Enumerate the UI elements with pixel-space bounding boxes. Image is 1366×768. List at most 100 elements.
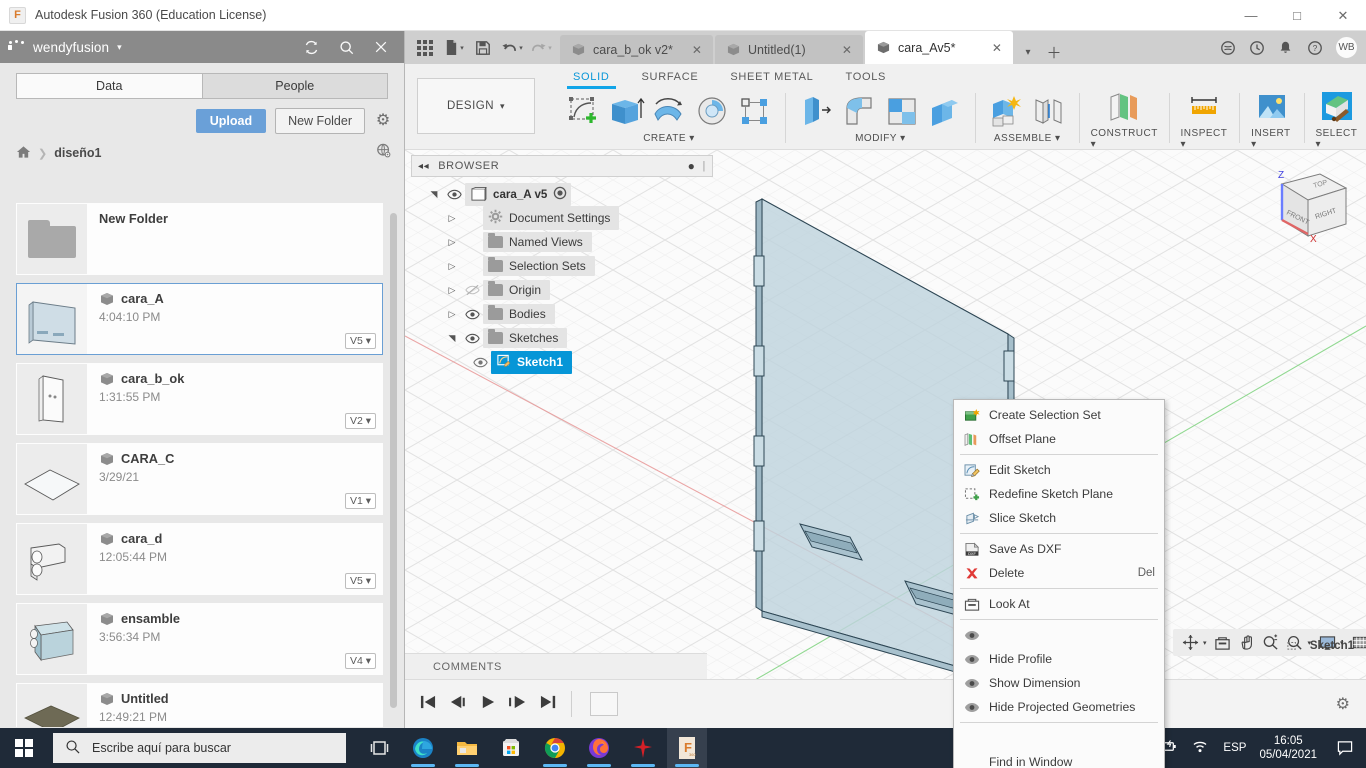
eye-icon[interactable]	[443, 189, 465, 200]
chevron-down-icon[interactable]: ▾	[1203, 639, 1207, 647]
new-folder-button[interactable]: New Folder	[275, 108, 365, 134]
new-tab-button[interactable]: ＋	[1041, 40, 1067, 64]
measure-icon[interactable]	[1185, 87, 1223, 127]
view-cube[interactable]: TOP FRONT RIGHT Z X	[1250, 162, 1354, 258]
clock[interactable]: 16:05 05/04/2021	[1259, 734, 1317, 762]
help-icon[interactable]: ?	[1301, 35, 1328, 61]
tree-selected-chip[interactable]: Sketch1	[491, 350, 573, 374]
tab-sheet-metal[interactable]: SHEET METAL	[714, 67, 829, 87]
task-view-icon[interactable]	[359, 728, 399, 768]
wifi-icon[interactable]	[1192, 739, 1210, 757]
zoom-icon[interactable]	[1260, 632, 1282, 654]
shell-icon[interactable]	[883, 92, 921, 132]
taskbar-search-input[interactable]: Escribe aquí para buscar	[53, 733, 346, 763]
expand-triangle-icon[interactable]: ▷	[443, 285, 461, 296]
menu-item-look-at[interactable]: Look At	[954, 592, 1164, 616]
maximize-button[interactable]: □	[1274, 0, 1320, 31]
hub-name[interactable]: wendyfusion	[33, 40, 109, 55]
menu-item-find-in-window[interactable]	[954, 726, 1164, 750]
globe-icon[interactable]	[376, 143, 392, 163]
tab-solid[interactable]: SOLID	[557, 67, 626, 89]
timeline-feature-node[interactable]	[590, 692, 618, 716]
gear-icon[interactable]: ⚙	[1336, 694, 1350, 714]
comments-panel-header[interactable]: COMMENTS	[405, 653, 707, 679]
list-item-untitled[interactable]: Untitled 12:49:21 PM V1 ▾	[16, 683, 383, 727]
menu-item-save-as-dxf[interactable]: DXF Save As DXF	[954, 537, 1164, 561]
expand-triangle-icon[interactable]: ▷	[443, 261, 461, 272]
tab-data[interactable]: Data	[16, 73, 202, 99]
breadcrumb-folder[interactable]: diseño1	[54, 146, 101, 160]
tree-label-chip[interactable]: Bodies	[483, 304, 555, 324]
windows-start-icon[interactable]	[0, 728, 48, 768]
fit-icon[interactable]	[1284, 632, 1306, 654]
orbit-icon[interactable]	[1179, 632, 1201, 654]
menu-item-redefine-sketch-plane[interactable]: Redefine Sketch Plane	[954, 482, 1164, 506]
chevron-down-icon[interactable]: ▾	[519, 44, 523, 52]
extensions-icon[interactable]	[1214, 35, 1241, 61]
expand-triangle-icon[interactable]: ◥	[443, 333, 461, 344]
tree-label-chip[interactable]: Origin	[483, 280, 551, 300]
close-icon[interactable]: ✕	[830, 43, 852, 57]
eye-icon[interactable]	[469, 357, 491, 368]
panel-label-modify[interactable]: MODIFY ▾	[855, 133, 906, 144]
panel-label-select[interactable]: SELECT ▾	[1315, 128, 1359, 150]
home-icon[interactable]	[16, 145, 31, 162]
menu-item-find-in-timeline[interactable]: Find in Window	[954, 750, 1164, 768]
language-indicator[interactable]: ESP	[1223, 742, 1246, 754]
select-icon[interactable]	[1318, 87, 1356, 127]
bell-icon[interactable]	[1272, 35, 1299, 61]
menu-item-slice-sketch[interactable]: Slice Sketch	[954, 506, 1164, 530]
microsoft-store-icon[interactable]	[491, 728, 531, 768]
user-avatar[interactable]: WB	[1335, 36, 1358, 59]
list-item-ensamble[interactable]: ensamble 3:56:34 PM V4 ▾	[16, 603, 383, 675]
close-icon[interactable]: ✕	[980, 41, 1002, 55]
version-badge[interactable]: V1 ▾	[344, 493, 376, 509]
jump-end-icon[interactable]	[539, 694, 557, 715]
tree-root-label-chip[interactable]: cara_A v5	[465, 182, 572, 206]
autodesk-icon[interactable]	[623, 728, 663, 768]
version-badge[interactable]: V4 ▾	[344, 653, 376, 669]
tree-label-chip[interactable]: Selection Sets	[483, 256, 595, 276]
radio-icon[interactable]	[553, 186, 567, 203]
refresh-icon[interactable]	[302, 38, 320, 56]
tree-row-origin[interactable]: ▷ Origin	[411, 278, 713, 302]
jump-start-icon[interactable]	[419, 694, 437, 715]
tree-row-sketch1[interactable]: Sketch1	[411, 350, 713, 374]
combine-icon[interactable]	[926, 92, 964, 132]
menu-item-hide-projected-geometries[interactable]: Show Dimension	[954, 671, 1164, 695]
menu-item-delete[interactable]: Delete Del	[954, 561, 1164, 585]
menu-item-create-selection-set[interactable]: Create Selection Set	[954, 403, 1164, 427]
expand-triangle-icon[interactable]: ▷	[443, 213, 461, 224]
browser-dot-icon[interactable]: ●	[688, 159, 696, 173]
save-icon[interactable]	[470, 36, 496, 60]
press-pull-icon[interactable]	[797, 92, 835, 132]
document-tab-cara-b-ok[interactable]: cara_b_ok v2* ✕	[560, 35, 713, 64]
list-item-cara-b-ok[interactable]: cara_b_ok 1:31:55 PM V2 ▾	[16, 363, 383, 435]
list-item-cara-c[interactable]: CARA_C 3/29/21 V1 ▾	[16, 443, 383, 515]
expand-triangle-icon[interactable]: ▷	[443, 237, 461, 248]
version-badge[interactable]: V5 ▾	[344, 573, 376, 589]
list-item-cara-a[interactable]: cara_A 4:04:10 PM V5 ▾	[16, 283, 383, 355]
menu-item-show-dimension[interactable]: Hide Profile	[954, 647, 1164, 671]
tab-tools[interactable]: TOOLS	[829, 67, 902, 87]
expand-triangle-icon[interactable]: ◥	[425, 189, 443, 200]
file-explorer-icon[interactable]	[447, 728, 487, 768]
step-forward-icon[interactable]	[509, 694, 527, 715]
revolve-icon[interactable]	[650, 92, 688, 132]
new-document-icon[interactable]: ▾	[441, 36, 467, 60]
app-grid-icon[interactable]	[412, 36, 438, 60]
job-status-icon[interactable]	[1243, 35, 1270, 61]
collapse-icon[interactable]: ◂◂	[418, 161, 429, 172]
extrude-icon[interactable]	[607, 92, 645, 132]
undo-icon[interactable]: ▾	[499, 36, 525, 60]
list-item-new-folder[interactable]: New Folder	[16, 203, 383, 275]
fusion360-icon[interactable]: F 360	[667, 728, 707, 768]
tab-overflow-icon[interactable]: ▾	[1015, 40, 1041, 64]
document-tab-cara-av5[interactable]: cara_Av5* ✕	[864, 31, 1013, 64]
new-component-icon[interactable]	[987, 92, 1025, 132]
tab-surface[interactable]: SURFACE	[626, 67, 715, 87]
firefox-icon[interactable]	[579, 728, 619, 768]
tree-label-chip[interactable]: Document Settings	[483, 206, 620, 230]
panel-label-construct[interactable]: CONSTRUCT ▾	[1091, 128, 1158, 150]
panel-label-insert[interactable]: INSERT ▾	[1251, 128, 1292, 150]
